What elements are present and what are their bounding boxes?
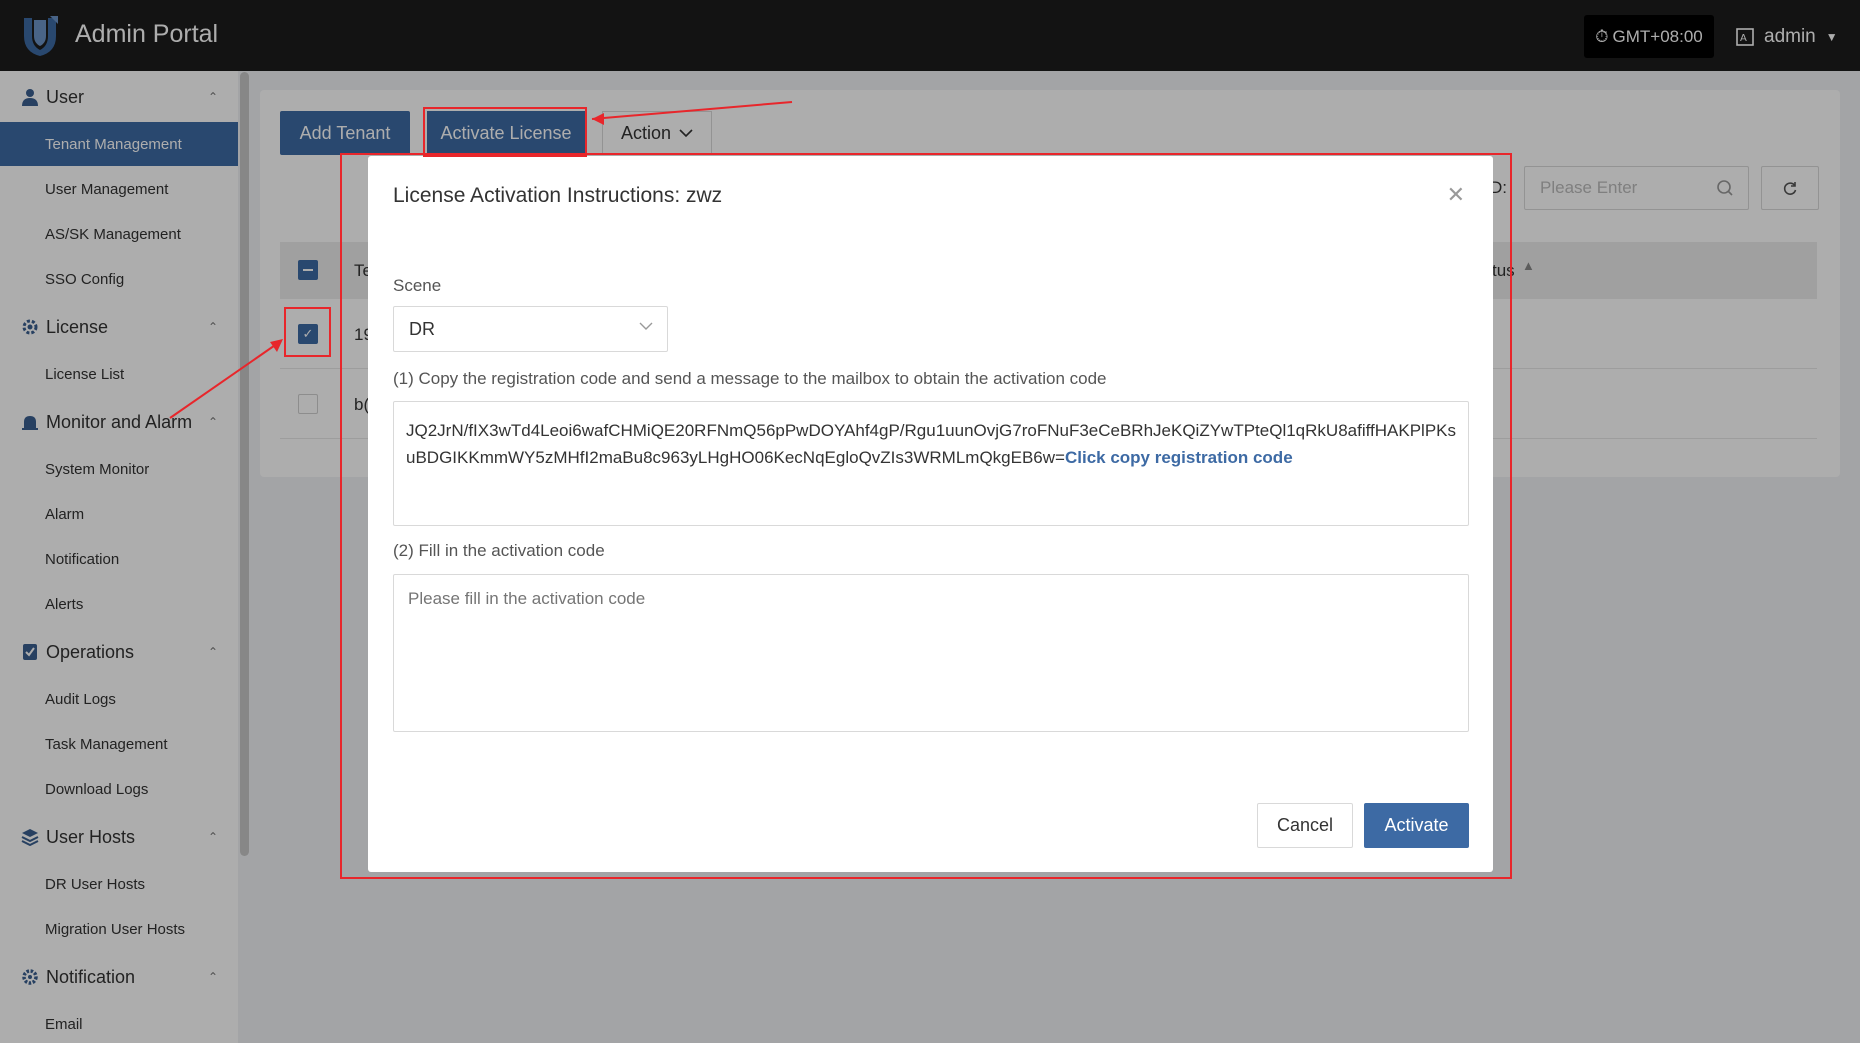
annotation-box-activate-license bbox=[423, 107, 587, 157]
annotation-box-dialog bbox=[340, 153, 1512, 879]
annotation-box-checkbox bbox=[284, 307, 331, 357]
